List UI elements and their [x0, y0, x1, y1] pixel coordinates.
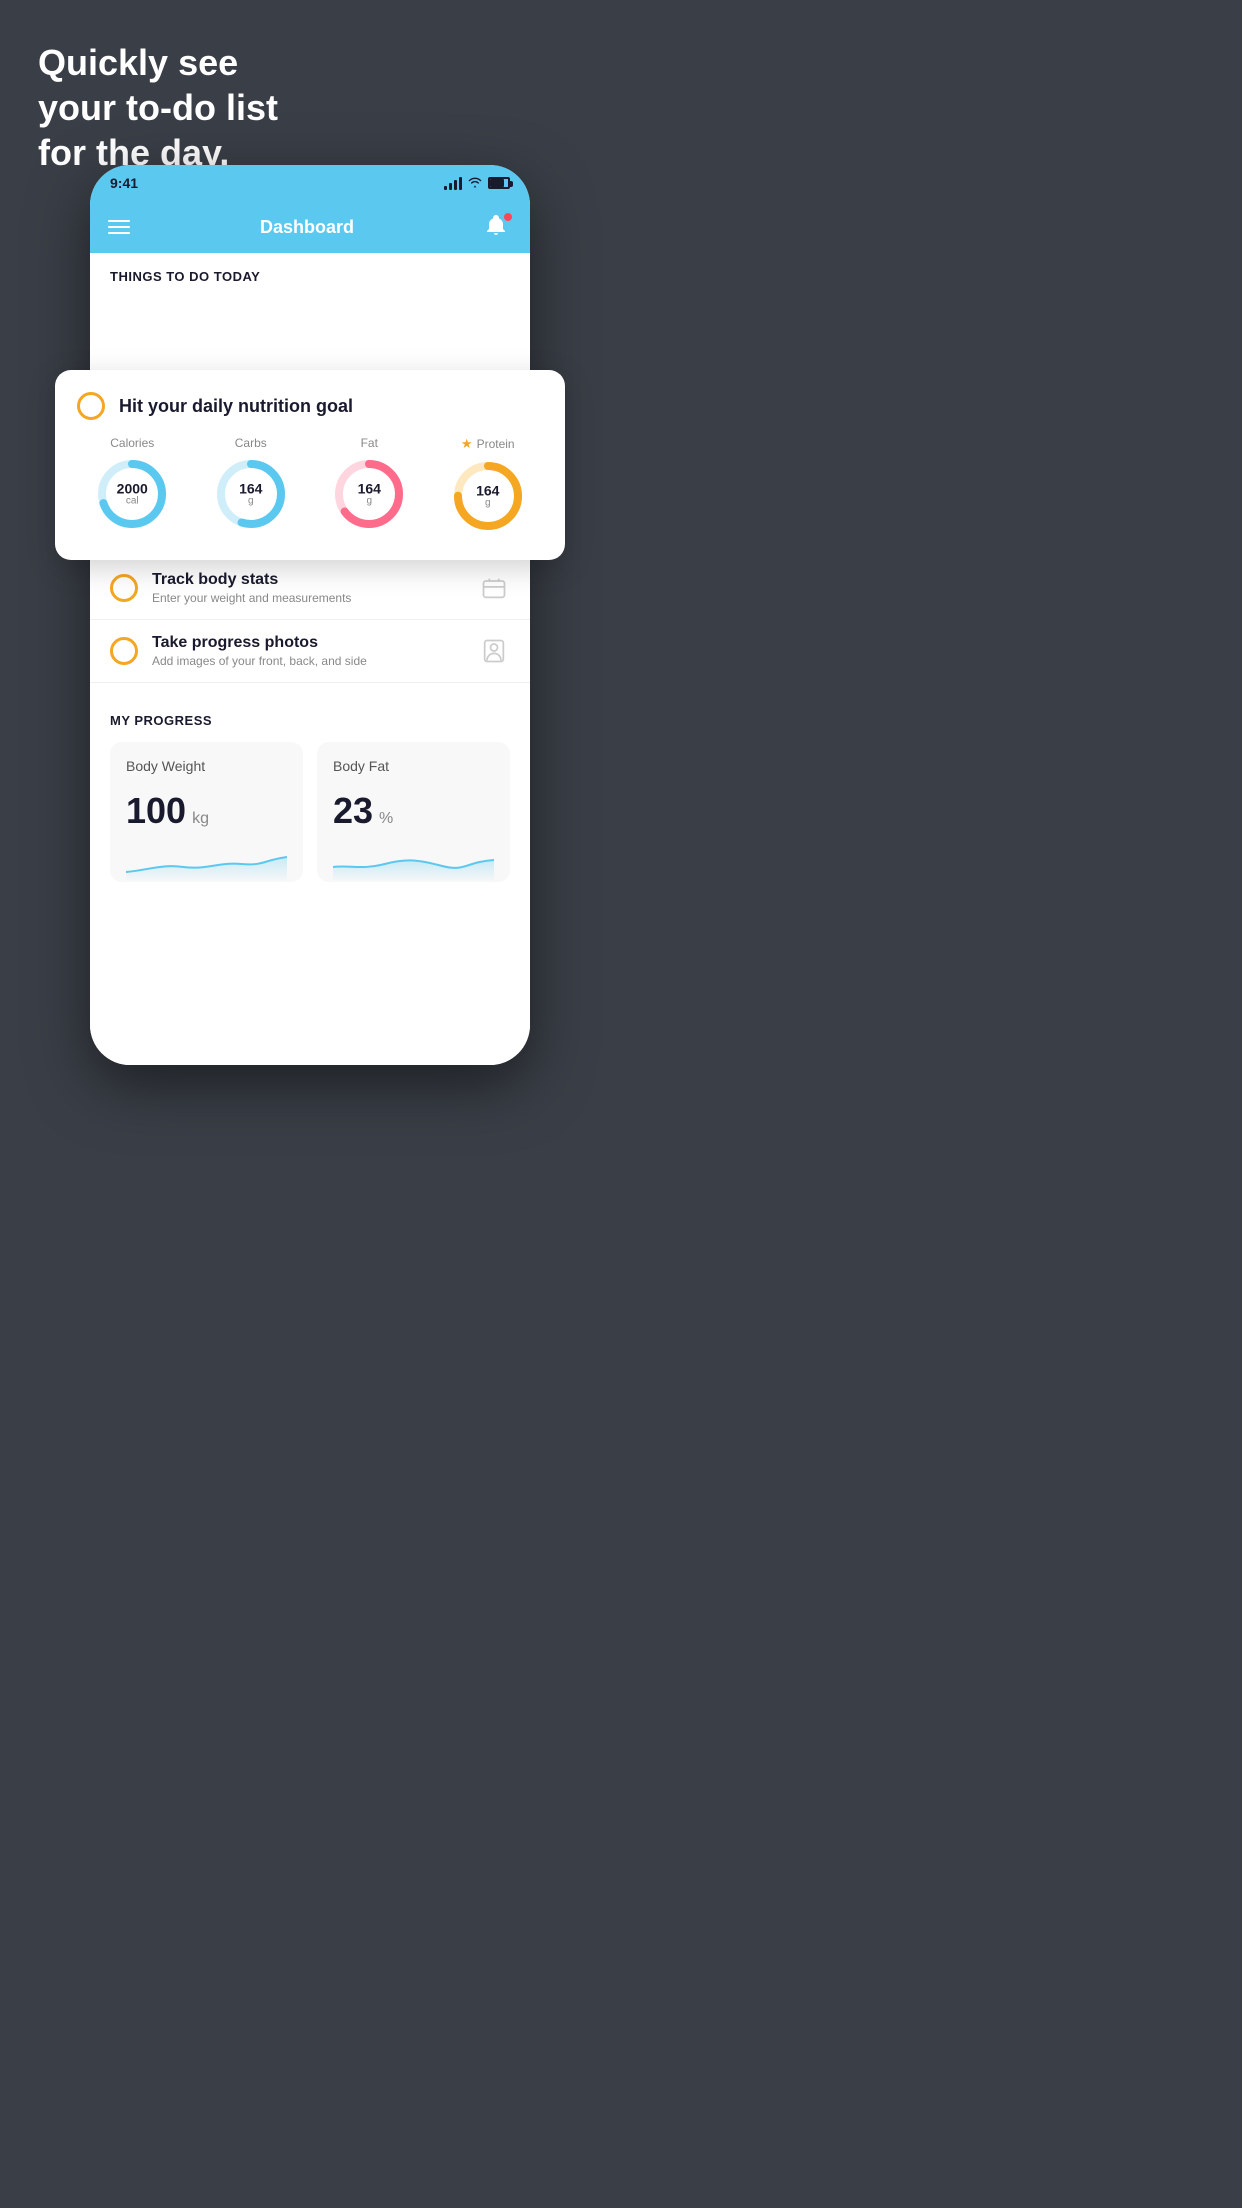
calories-unit: cal	[117, 496, 148, 507]
todo-sub-photos: Add images of your front, back, and side	[152, 654, 464, 668]
nutrition-card-header: Hit your daily nutrition goal	[77, 392, 543, 420]
todo-item-photos[interactable]: Take progress photos Add images of your …	[90, 620, 530, 683]
carbs-donut: 164 g	[213, 456, 289, 532]
things-to-do-header: THINGS TO DO TODAY	[90, 253, 530, 294]
nutrition-carbs: Carbs 164 g	[213, 436, 289, 534]
nutrition-protein: ★ Protein 164 g	[450, 436, 526, 534]
todo-text-photos: Take progress photos Add images of your …	[152, 634, 464, 668]
scale-icon	[478, 572, 510, 604]
notification-dot	[504, 213, 512, 221]
todo-radio-body-stats[interactable]	[110, 574, 138, 602]
body-weight-title: Body Weight	[126, 758, 287, 774]
protein-donut: 164 g	[450, 458, 526, 534]
body-fat-value-row: 23 %	[333, 790, 494, 832]
protein-value: 164	[476, 484, 499, 498]
calories-label: Calories	[110, 436, 154, 450]
calories-donut: 2000 cal	[94, 456, 170, 532]
todo-title-photos: Take progress photos	[152, 634, 464, 652]
nutrition-radio[interactable]	[77, 392, 105, 420]
carbs-value: 164	[239, 482, 262, 496]
carbs-unit: g	[239, 496, 262, 507]
hamburger-menu[interactable]	[108, 220, 130, 234]
status-bar: 9:41	[90, 165, 530, 201]
body-weight-value: 100	[126, 790, 186, 832]
nutrition-card-title: Hit your daily nutrition goal	[119, 396, 353, 417]
portrait-icon	[478, 635, 510, 667]
notification-bell[interactable]	[484, 213, 512, 241]
star-icon: ★	[461, 436, 473, 452]
signal-icon	[444, 176, 462, 190]
body-weight-chart	[126, 842, 287, 882]
fat-label: Fat	[361, 436, 378, 450]
todo-title-body-stats: Track body stats	[152, 571, 464, 589]
fat-donut: 164 g	[331, 456, 407, 532]
todo-item-body-stats[interactable]: Track body stats Enter your weight and m…	[90, 557, 530, 620]
wifi-icon	[467, 175, 483, 192]
todo-radio-photos[interactable]	[110, 637, 138, 665]
nutrition-card: Hit your daily nutrition goal Calories 2…	[55, 370, 565, 560]
nutrition-grid: Calories 2000 cal Carbs	[77, 436, 543, 534]
nutrition-calories: Calories 2000 cal	[94, 436, 170, 534]
protein-unit: g	[476, 498, 499, 509]
fat-value: 164	[358, 482, 381, 496]
body-fat-title: Body Fat	[333, 758, 494, 774]
todo-text-body-stats: Track body stats Enter your weight and m…	[152, 571, 464, 605]
body-fat-value: 23	[333, 790, 373, 832]
body-fat-card: Body Fat 23 %	[317, 742, 510, 882]
body-fat-chart	[333, 842, 494, 882]
phone-mockup: 9:41 Dashboard	[90, 165, 530, 1065]
carbs-label: Carbs	[235, 436, 267, 450]
status-icons	[444, 175, 510, 192]
nutrition-fat: Fat 164 g	[331, 436, 407, 534]
protein-label: ★ Protein	[461, 436, 515, 452]
fat-unit: g	[358, 496, 381, 507]
progress-header: MY PROGRESS	[110, 713, 510, 728]
battery-icon	[488, 177, 510, 189]
nav-bar: Dashboard	[90, 201, 530, 253]
hero-text: Quickly see your to-do list for the day.	[38, 40, 278, 175]
nav-title: Dashboard	[260, 217, 354, 238]
todo-sub-body-stats: Enter your weight and measurements	[152, 591, 464, 605]
status-time: 9:41	[110, 175, 138, 191]
calories-value: 2000	[117, 482, 148, 496]
body-weight-card: Body Weight 100 kg	[110, 742, 303, 882]
body-weight-value-row: 100 kg	[126, 790, 287, 832]
body-weight-unit: kg	[192, 810, 209, 828]
body-fat-unit: %	[379, 810, 393, 828]
progress-cards: Body Weight 100 kg	[110, 742, 510, 882]
